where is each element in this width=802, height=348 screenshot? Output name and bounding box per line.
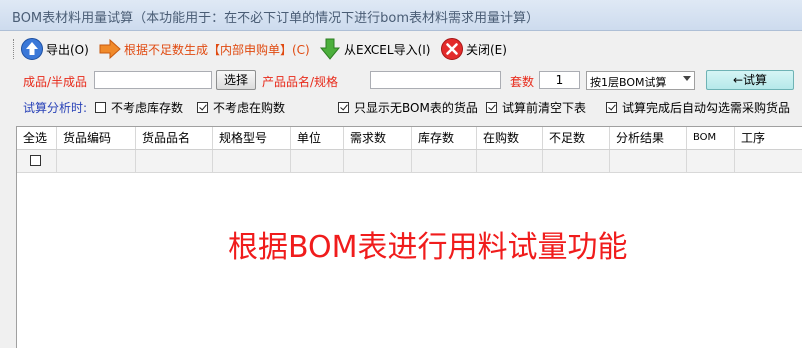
column-header-select-all[interactable]: 全选 <box>17 127 57 149</box>
table-cell[interactable] <box>543 150 610 172</box>
column-header[interactable]: 不足数 <box>543 127 610 149</box>
option-label: 不考虑库存数 <box>111 101 184 115</box>
option-ignore-stock[interactable]: 不考虑库存数 <box>95 99 183 116</box>
table-row[interactable] <box>17 150 802 173</box>
toolbar-grip[interactable] <box>13 39 16 59</box>
checkbox[interactable] <box>338 102 349 113</box>
export-label: 导出(O) <box>46 42 89 57</box>
import-excel-button[interactable]: 从EXCEL导入(I) <box>318 37 430 61</box>
option-label: 只显示无BOM表的货品 <box>354 101 478 115</box>
option-label: 试算前清空下表 <box>502 101 587 115</box>
column-header[interactable]: 在购数 <box>477 127 543 149</box>
table-cell[interactable] <box>344 150 412 172</box>
bom-mode-value: 按1层BOM试算 <box>590 76 667 89</box>
table-cell[interactable] <box>136 150 213 172</box>
feature-caption: 根据BOM表进行用料试量功能 <box>228 230 628 265</box>
options-row: 试算分析时: 不考虑库存数 不考虑在购数 只显示无BOM表的货品 试算前清空下表… <box>0 96 802 118</box>
column-header[interactable]: 工序 <box>735 127 802 149</box>
table-cell[interactable] <box>291 150 344 172</box>
toolbar: 导出(O) 根据不足数生成【内部申购单】(C) 从EXCEL导入(I) 关闭(E… <box>0 35 802 63</box>
close-button[interactable]: 关闭(E) <box>440 37 507 61</box>
option-label: 试算完成后自动勾选需采购货品 <box>622 101 791 115</box>
table-cell[interactable] <box>687 150 735 172</box>
options-label: 试算分析时: <box>23 101 88 115</box>
option-auto-select[interactable]: 试算完成后自动勾选需采购货品 <box>606 99 790 116</box>
bom-mode-select[interactable]: 按1层BOM试算 <box>586 71 695 90</box>
upload-arrow-icon <box>21 38 43 60</box>
table-cell[interactable] <box>735 150 802 172</box>
product-form-row: 成品/半成品 选择 产品品名/规格 套数 按1层BOM试算 ←试算 <box>0 70 802 92</box>
export-button[interactable]: 导出(O) <box>20 37 89 61</box>
table-cell[interactable] <box>57 150 136 172</box>
generate-purchase-label: 根据不足数生成【内部申购单】(C) <box>124 42 310 57</box>
sets-label: 套数 <box>510 75 535 89</box>
row-checkbox[interactable] <box>30 155 41 166</box>
option-only-no-bom[interactable]: 只显示无BOM表的货品 <box>338 99 478 116</box>
grid-header: 全选 货品编码 货品品名 规格型号 单位 需求数 库存数 在购数 不足数 分析结… <box>17 127 802 150</box>
download-arrow-icon <box>319 38 341 60</box>
table-cell[interactable] <box>477 150 543 172</box>
checkbox[interactable] <box>606 102 617 113</box>
checkbox[interactable] <box>486 102 497 113</box>
product-label: 成品/半成品 <box>23 75 88 89</box>
column-header[interactable]: 分析结果 <box>610 127 687 149</box>
column-header[interactable]: BOM <box>687 127 735 149</box>
column-header[interactable]: 库存数 <box>412 127 477 149</box>
import-excel-label: 从EXCEL导入(I) <box>344 42 431 57</box>
spec-input[interactable] <box>370 71 501 89</box>
chevron-down-icon <box>683 76 691 81</box>
table-cell[interactable] <box>213 150 291 172</box>
close-icon <box>441 38 463 60</box>
generate-purchase-button[interactable]: 根据不足数生成【内部申购单】(C) <box>98 37 310 61</box>
window-title: BOM表材料用量试算（本功能用于：在不必下订单的情况下进行bom表材料需求用量计… <box>12 11 540 26</box>
spec-label: 产品品名/规格 <box>262 75 339 89</box>
column-header[interactable]: 货品编码 <box>57 127 136 149</box>
column-header[interactable]: 单位 <box>291 127 344 149</box>
checkbox[interactable] <box>95 102 106 113</box>
checkbox[interactable] <box>197 102 208 113</box>
column-header[interactable]: 需求数 <box>344 127 412 149</box>
right-arrow-icon <box>99 38 121 60</box>
option-label: 不考虑在购数 <box>213 101 286 115</box>
table-cell[interactable] <box>610 150 687 172</box>
table-cell[interactable] <box>412 150 477 172</box>
column-header[interactable]: 货品品名 <box>136 127 213 149</box>
sets-input[interactable] <box>539 71 580 89</box>
calculate-button[interactable]: ←试算 <box>706 70 794 90</box>
option-clear-before[interactable]: 试算前清空下表 <box>486 99 586 116</box>
product-input[interactable] <box>94 71 212 89</box>
option-ignore-purchasing[interactable]: 不考虑在购数 <box>197 99 285 116</box>
title-bar: BOM表材料用量试算（本功能用于：在不必下订单的情况下进行bom表材料需求用量计… <box>0 0 802 31</box>
column-header[interactable]: 规格型号 <box>213 127 291 149</box>
row-select-cell[interactable] <box>17 150 57 172</box>
select-button[interactable]: 选择 <box>216 70 256 90</box>
close-label: 关闭(E) <box>466 42 507 57</box>
